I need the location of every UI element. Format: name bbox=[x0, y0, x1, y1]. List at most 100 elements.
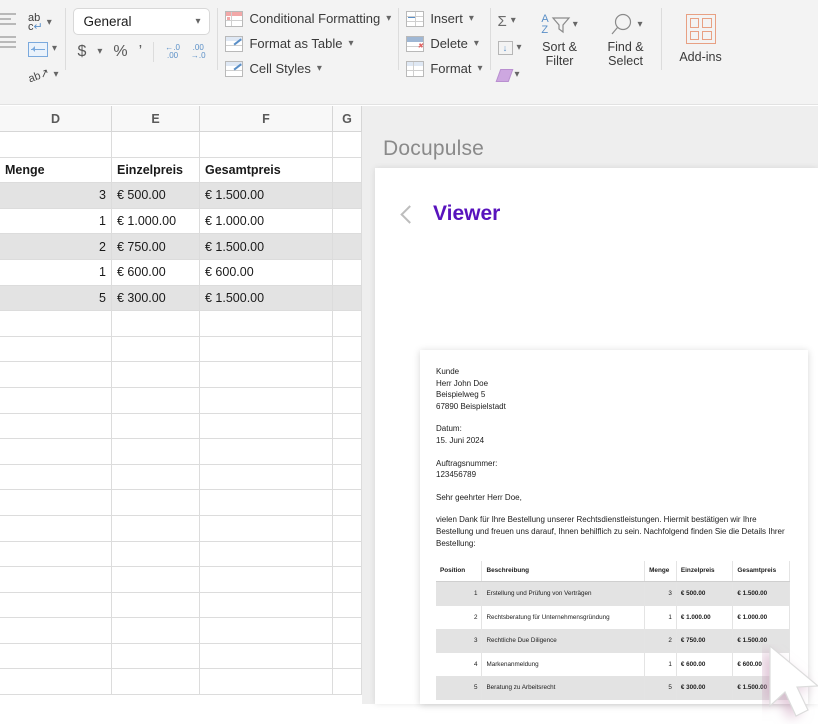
grid-cell[interactable] bbox=[333, 515, 362, 542]
grid-cell[interactable] bbox=[200, 592, 333, 619]
grid-cell[interactable]: € 750.00 bbox=[112, 234, 200, 260]
grid-row[interactable] bbox=[0, 515, 362, 542]
grid-cell[interactable] bbox=[333, 362, 362, 388]
grid-cell[interactable] bbox=[112, 567, 200, 593]
column-header-f[interactable]: F bbox=[200, 106, 333, 131]
grid-row[interactable] bbox=[0, 362, 362, 388]
grid-cell[interactable]: 2 bbox=[0, 234, 112, 260]
grid-row[interactable] bbox=[0, 618, 362, 644]
grid-cell[interactable] bbox=[0, 336, 112, 363]
percent-format-button[interactable]: % bbox=[113, 44, 127, 60]
spreadsheet-grid[interactable]: DEFG Menge Einzelpreis Gesamtpreis 3 € 500.0… bbox=[0, 106, 362, 704]
chevron-down-icon[interactable]: ▾ bbox=[386, 13, 391, 24]
grid-cell[interactable] bbox=[0, 132, 112, 158]
grid-cell[interactable] bbox=[200, 567, 333, 593]
grid-cell[interactable] bbox=[0, 387, 112, 414]
clear-button[interactable]: ▾ bbox=[495, 64, 522, 86]
grid-cell[interactable]: Einzelpreis bbox=[112, 157, 200, 184]
grid-row[interactable] bbox=[0, 643, 362, 670]
chevron-down-icon[interactable]: ▾ bbox=[348, 38, 353, 49]
grid-cell[interactable] bbox=[200, 362, 333, 388]
grid-cell[interactable] bbox=[200, 132, 333, 158]
grid-cell[interactable] bbox=[333, 234, 362, 260]
grid-cell[interactable] bbox=[333, 669, 362, 696]
chevron-down-icon[interactable]: ▾ bbox=[638, 20, 643, 30]
grid-cell[interactable] bbox=[333, 259, 362, 286]
grid-row[interactable] bbox=[0, 439, 362, 465]
grid-row[interactable]: Menge Einzelpreis Gesamtpreis bbox=[0, 157, 362, 184]
chevron-down-icon[interactable]: ▾ bbox=[47, 18, 52, 28]
increase-decimal-button[interactable]: ←.0 .00 bbox=[165, 44, 180, 60]
grid-cell[interactable] bbox=[200, 439, 333, 465]
grid-cell[interactable] bbox=[0, 439, 112, 465]
grid-row[interactable]: 1 € 600.00 € 600.00 bbox=[0, 259, 362, 286]
grid-cell[interactable]: € 1.000.00 bbox=[112, 208, 200, 235]
grid-cell[interactable] bbox=[0, 515, 112, 542]
number-format-select[interactable]: General ▾ bbox=[73, 8, 211, 35]
grid-cell[interactable]: € 1.500.00 bbox=[200, 183, 333, 209]
grid-row[interactable] bbox=[0, 541, 362, 568]
grid-cell[interactable] bbox=[200, 541, 333, 568]
grid-cell[interactable] bbox=[112, 515, 200, 542]
grid-cell[interactable] bbox=[200, 464, 333, 491]
grid-cell[interactable] bbox=[112, 439, 200, 465]
grid-cell[interactable] bbox=[333, 413, 362, 440]
grid-cell[interactable] bbox=[0, 643, 112, 670]
grid-cell[interactable]: € 1.500.00 bbox=[200, 285, 333, 312]
grid-cell[interactable] bbox=[112, 132, 200, 158]
cell-styles-button[interactable]: Cell Styles ▾ bbox=[225, 59, 322, 78]
grid-cell[interactable] bbox=[333, 490, 362, 516]
grid-cell[interactable] bbox=[112, 592, 200, 619]
grid-cell[interactable] bbox=[112, 541, 200, 568]
chevron-down-icon[interactable]: ▾ bbox=[474, 38, 479, 49]
grid-cell[interactable] bbox=[112, 669, 200, 696]
grid-cell[interactable] bbox=[112, 643, 200, 670]
chevron-down-icon[interactable]: ▾ bbox=[317, 63, 322, 74]
align-justify-icon[interactable] bbox=[0, 36, 16, 48]
format-cells-button[interactable]: Format ▾ bbox=[406, 59, 483, 78]
grid-cell[interactable] bbox=[333, 541, 362, 568]
fill-button[interactable]: ↓ ▾ bbox=[497, 37, 522, 59]
grid-cell[interactable] bbox=[112, 413, 200, 440]
grid-cell[interactable] bbox=[0, 669, 112, 696]
column-header-d[interactable]: D bbox=[0, 106, 112, 131]
currency-format-button[interactable]: $ bbox=[77, 44, 86, 60]
grid-row[interactable] bbox=[0, 592, 362, 619]
grid-row[interactable]: 1 € 1.000.00 € 1.000.00 bbox=[0, 208, 362, 235]
grid-cell[interactable] bbox=[200, 311, 333, 337]
sort-filter-button[interactable]: AZ ▾ Sort & Filter bbox=[532, 8, 588, 69]
grid-cell[interactable]: Gesamtpreis bbox=[200, 157, 333, 184]
grid-body[interactable]: Menge Einzelpreis Gesamtpreis 3 € 500.00 € 1.… bbox=[0, 132, 362, 696]
grid-cell[interactable] bbox=[200, 413, 333, 440]
grid-cell[interactable]: € 300.00 bbox=[112, 285, 200, 312]
grid-cell[interactable] bbox=[200, 336, 333, 363]
chevron-down-icon[interactable]: ▾ bbox=[573, 20, 578, 30]
grid-cell[interactable] bbox=[0, 311, 112, 337]
grid-row[interactable] bbox=[0, 669, 362, 696]
grid-row[interactable]: 5 € 300.00 € 1.500.00 bbox=[0, 285, 362, 312]
chevron-down-icon[interactable]: ▾ bbox=[469, 13, 474, 24]
chevron-down-icon[interactable]: ▾ bbox=[517, 43, 522, 53]
grid-cell[interactable]: 3 bbox=[0, 183, 112, 209]
grid-cell[interactable] bbox=[333, 183, 362, 209]
grid-cell[interactable]: € 1.000.00 bbox=[200, 208, 333, 235]
grid-cell[interactable] bbox=[333, 464, 362, 491]
conditional-formatting-button[interactable]: Conditional Formatting ▾ bbox=[225, 9, 391, 28]
grid-cell[interactable] bbox=[333, 336, 362, 363]
grid-cell[interactable] bbox=[112, 336, 200, 363]
column-header-g[interactable]: G bbox=[333, 106, 362, 131]
chevron-down-icon[interactable]: ▾ bbox=[477, 63, 482, 74]
format-as-table-button[interactable]: Format as Table ▾ bbox=[225, 34, 353, 53]
grid-cell[interactable] bbox=[112, 387, 200, 414]
grid-cell[interactable] bbox=[0, 541, 112, 568]
grid-cell[interactable]: 1 bbox=[0, 208, 112, 235]
grid-cell[interactable] bbox=[112, 362, 200, 388]
grid-cell[interactable] bbox=[0, 464, 112, 491]
merge-center-button[interactable]: ▾ bbox=[28, 38, 58, 60]
grid-cell[interactable] bbox=[0, 618, 112, 644]
grid-cell[interactable]: € 600.00 bbox=[200, 259, 333, 286]
grid-cell[interactable] bbox=[333, 592, 362, 619]
grid-cell[interactable] bbox=[333, 208, 362, 235]
grid-cell[interactable] bbox=[0, 567, 112, 593]
grid-cell[interactable] bbox=[333, 311, 362, 337]
